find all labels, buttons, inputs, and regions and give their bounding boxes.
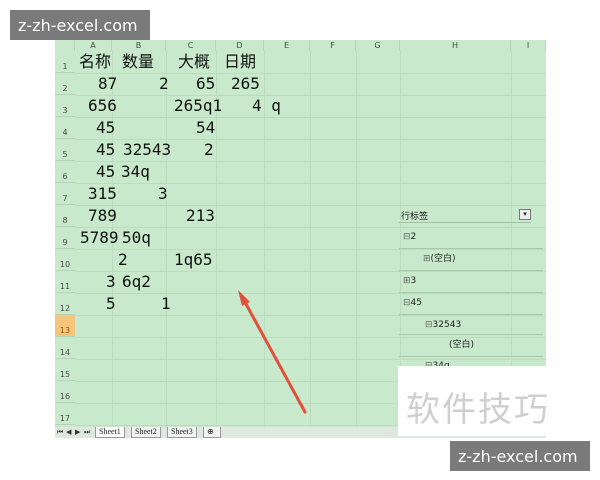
brand-watermark-text: 软件技巧 (406, 390, 550, 430)
